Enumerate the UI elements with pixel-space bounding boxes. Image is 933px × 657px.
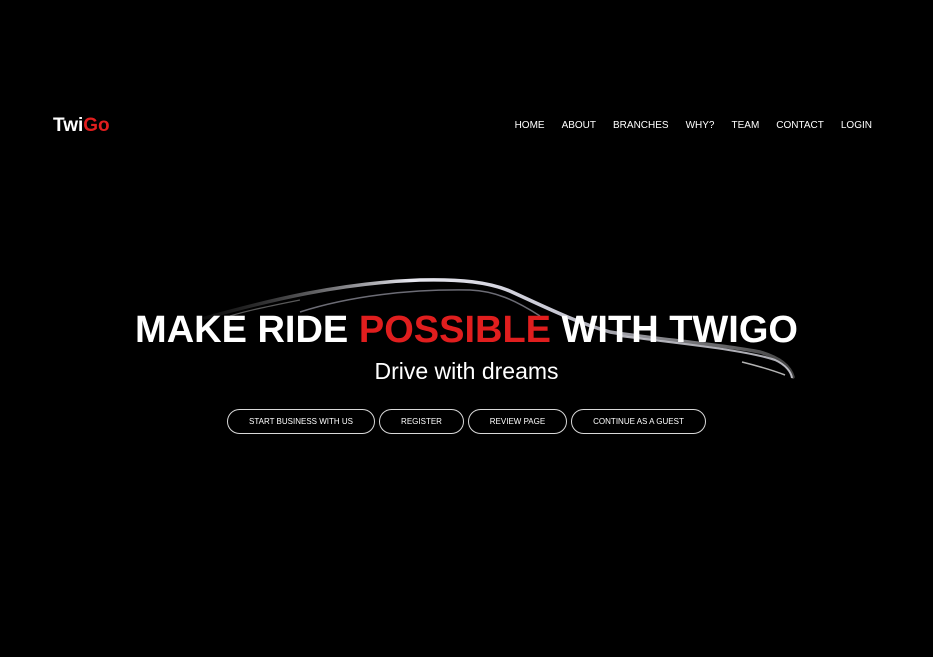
start-business-button[interactable]: START BUSINESS WITH US — [227, 409, 375, 434]
nav-item-contact[interactable]: CONTACT — [776, 119, 824, 133]
review-page-button[interactable]: REVIEW PAGE — [468, 409, 567, 434]
nav-item-branches[interactable]: BRANCHES — [613, 119, 669, 133]
main-nav: HOME ABOUT BRANCHES WHY? TEAM CONTACT LO… — [498, 119, 872, 133]
nav-item-home[interactable]: HOME — [515, 119, 545, 133]
logo-text-accent: Go — [83, 115, 110, 136]
brand-logo[interactable]: TwiGo — [53, 115, 110, 137]
nav-item-login[interactable]: LOGIN — [841, 119, 872, 133]
logo-text-primary: Twi — [53, 115, 84, 136]
hero-title-accent: POSSIBLE — [358, 309, 551, 351]
landing-page: TwiGo HOME ABOUT BRANCHES WHY? TEAM CONT… — [0, 0, 933, 657]
nav-item-about[interactable]: ABOUT — [562, 119, 596, 133]
hero-actions: START BUSINESS WITH US REGISTER REVIEW P… — [0, 409, 933, 434]
hero-title-part2: WITH TWIGO — [551, 309, 798, 351]
register-button[interactable]: REGISTER — [379, 409, 464, 434]
hero-subtitle: Drive with dreams — [374, 358, 559, 384]
hero-title-part1: MAKE RIDE — [135, 309, 359, 351]
hero-title: MAKE RIDE POSSIBLE WITH TWIGO — [0, 308, 933, 352]
continue-guest-button[interactable]: CONTINUE AS A GUEST — [571, 409, 706, 434]
nav-item-team[interactable]: TEAM — [732, 119, 760, 133]
nav-item-why[interactable]: WHY? — [686, 119, 715, 133]
